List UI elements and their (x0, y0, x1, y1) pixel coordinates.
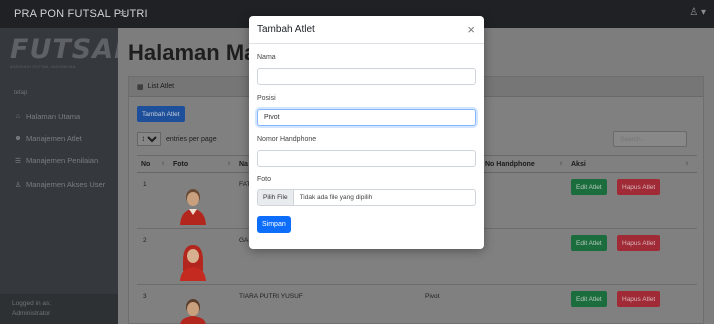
futsal-logo: FUTSAL ASOSIASI FUTSAL INDONESIA (10, 34, 133, 70)
athlete-name: TIARA PUTRI YUSUF (239, 293, 303, 300)
athlete-photo (180, 299, 206, 324)
sidebar-item-manajemen-atlet[interactable]: ☻ Manajemen Atlet (14, 134, 82, 143)
sidebar-footer: Logged in as: Administrator (0, 294, 118, 324)
entries-control: 10 entries per page (137, 132, 217, 146)
brand-title[interactable]: PRA PON FUTSAL PUTRI (0, 8, 148, 20)
sort-icon[interactable]: ⇕ (685, 161, 689, 167)
logged-in-label: Logged in as: (12, 300, 52, 307)
sidebar-item-manajemen-penilaian[interactable]: ☰ Manajemen Penilaian (14, 156, 98, 165)
sidebar-item-halaman-utama[interactable]: ⌂ Halaman Utama (14, 112, 80, 121)
card-header-label: List Atlet (147, 83, 175, 90)
column-foto[interactable]: Foto (173, 161, 188, 168)
add-athlete-modal: Tambah Atlet × Nama Posisi Nomor Handpho… (249, 16, 484, 249)
delete-athlete-button[interactable]: Hapus Atlet (617, 235, 661, 251)
row-number: 1 (143, 181, 147, 188)
entries-select[interactable]: 10 (137, 132, 161, 146)
edit-athlete-button[interactable]: Edit Atlet (571, 235, 607, 251)
sidebar-item-label: Manajemen Akses User (26, 180, 106, 189)
sort-icon[interactable]: ⇕ (559, 161, 563, 167)
row-number: 3 (143, 293, 147, 300)
edit-athlete-button[interactable]: Edit Atlet (571, 179, 607, 195)
sidebar: FUTSAL ASOSIASI FUTSAL INDONESIA tetap ⌂… (0, 28, 133, 324)
delete-athlete-button[interactable]: Hapus Atlet (617, 291, 661, 307)
nama-input[interactable] (257, 68, 476, 85)
modal-header: Tambah Atlet (249, 16, 484, 44)
sidebar-item-label: Manajemen Penilaian (26, 156, 99, 165)
nama-label: Nama (257, 54, 276, 61)
users-icon: ☻ (14, 135, 22, 142)
column-aksi[interactable]: Aksi (571, 161, 586, 168)
file-status: Tidak ada file yang dipilih (299, 194, 373, 201)
logo-word: FUTSAL (10, 34, 133, 65)
hamburger-icon[interactable]: ≡ (120, 8, 126, 20)
user-icon[interactable]: ♙ ▾ (689, 7, 706, 18)
user-icon: ♙ (14, 181, 22, 189)
foto-file-input[interactable]: Pilih File Tidak ada file yang dipilih (257, 189, 476, 206)
posisi-label: Posisi (257, 95, 276, 102)
athlete-name: GA (239, 237, 249, 244)
save-button[interactable]: Simpan (257, 216, 291, 233)
sidebar-item-manajemen-akses-user[interactable]: ♙ Manajemen Akses User (14, 180, 105, 189)
foto-label: Foto (257, 176, 272, 183)
sidebar-item-label: Manajemen Atlet (26, 134, 82, 143)
choose-file-button[interactable]: Pilih File (258, 190, 294, 205)
logged-in-user: Administrator (12, 310, 51, 317)
athlete-photo (180, 189, 206, 225)
modal-title: Tambah Atlet (257, 24, 315, 35)
column-no[interactable]: No (141, 161, 150, 168)
home-icon: ⌂ (15, 113, 21, 120)
sidebar-item-label: Halaman Utama (26, 112, 81, 121)
athlete-position: Pivot (425, 293, 440, 300)
list-icon: ☰ (14, 157, 22, 165)
search-input[interactable] (613, 131, 687, 147)
close-icon[interactable]: × (467, 23, 475, 36)
column-nama[interactable]: Na (239, 161, 248, 168)
add-athlete-button[interactable]: Tambah Atlet (137, 106, 185, 122)
hp-label: Nomor Handphone (257, 136, 317, 143)
sort-icon[interactable]: ⇕ (161, 161, 165, 167)
athlete-photo (180, 245, 206, 281)
row-number: 2 (143, 237, 147, 244)
sidebar-heading: tetap (14, 90, 28, 96)
table-icon: ▦ (137, 83, 144, 91)
edit-athlete-button[interactable]: Edit Atlet (571, 291, 607, 307)
entries-label: entries per page (166, 135, 217, 143)
column-no-handphone[interactable]: No Handphone (485, 161, 535, 168)
hp-input[interactable] (257, 150, 476, 167)
delete-athlete-button[interactable]: Hapus Atlet (617, 179, 661, 195)
table-row: 3 TIARA PUTRI YUSUF Pivot Edit Atlet Hap… (137, 285, 697, 324)
sort-icon[interactable]: ⇕ (227, 161, 231, 167)
posisi-input[interactable] (257, 109, 476, 126)
